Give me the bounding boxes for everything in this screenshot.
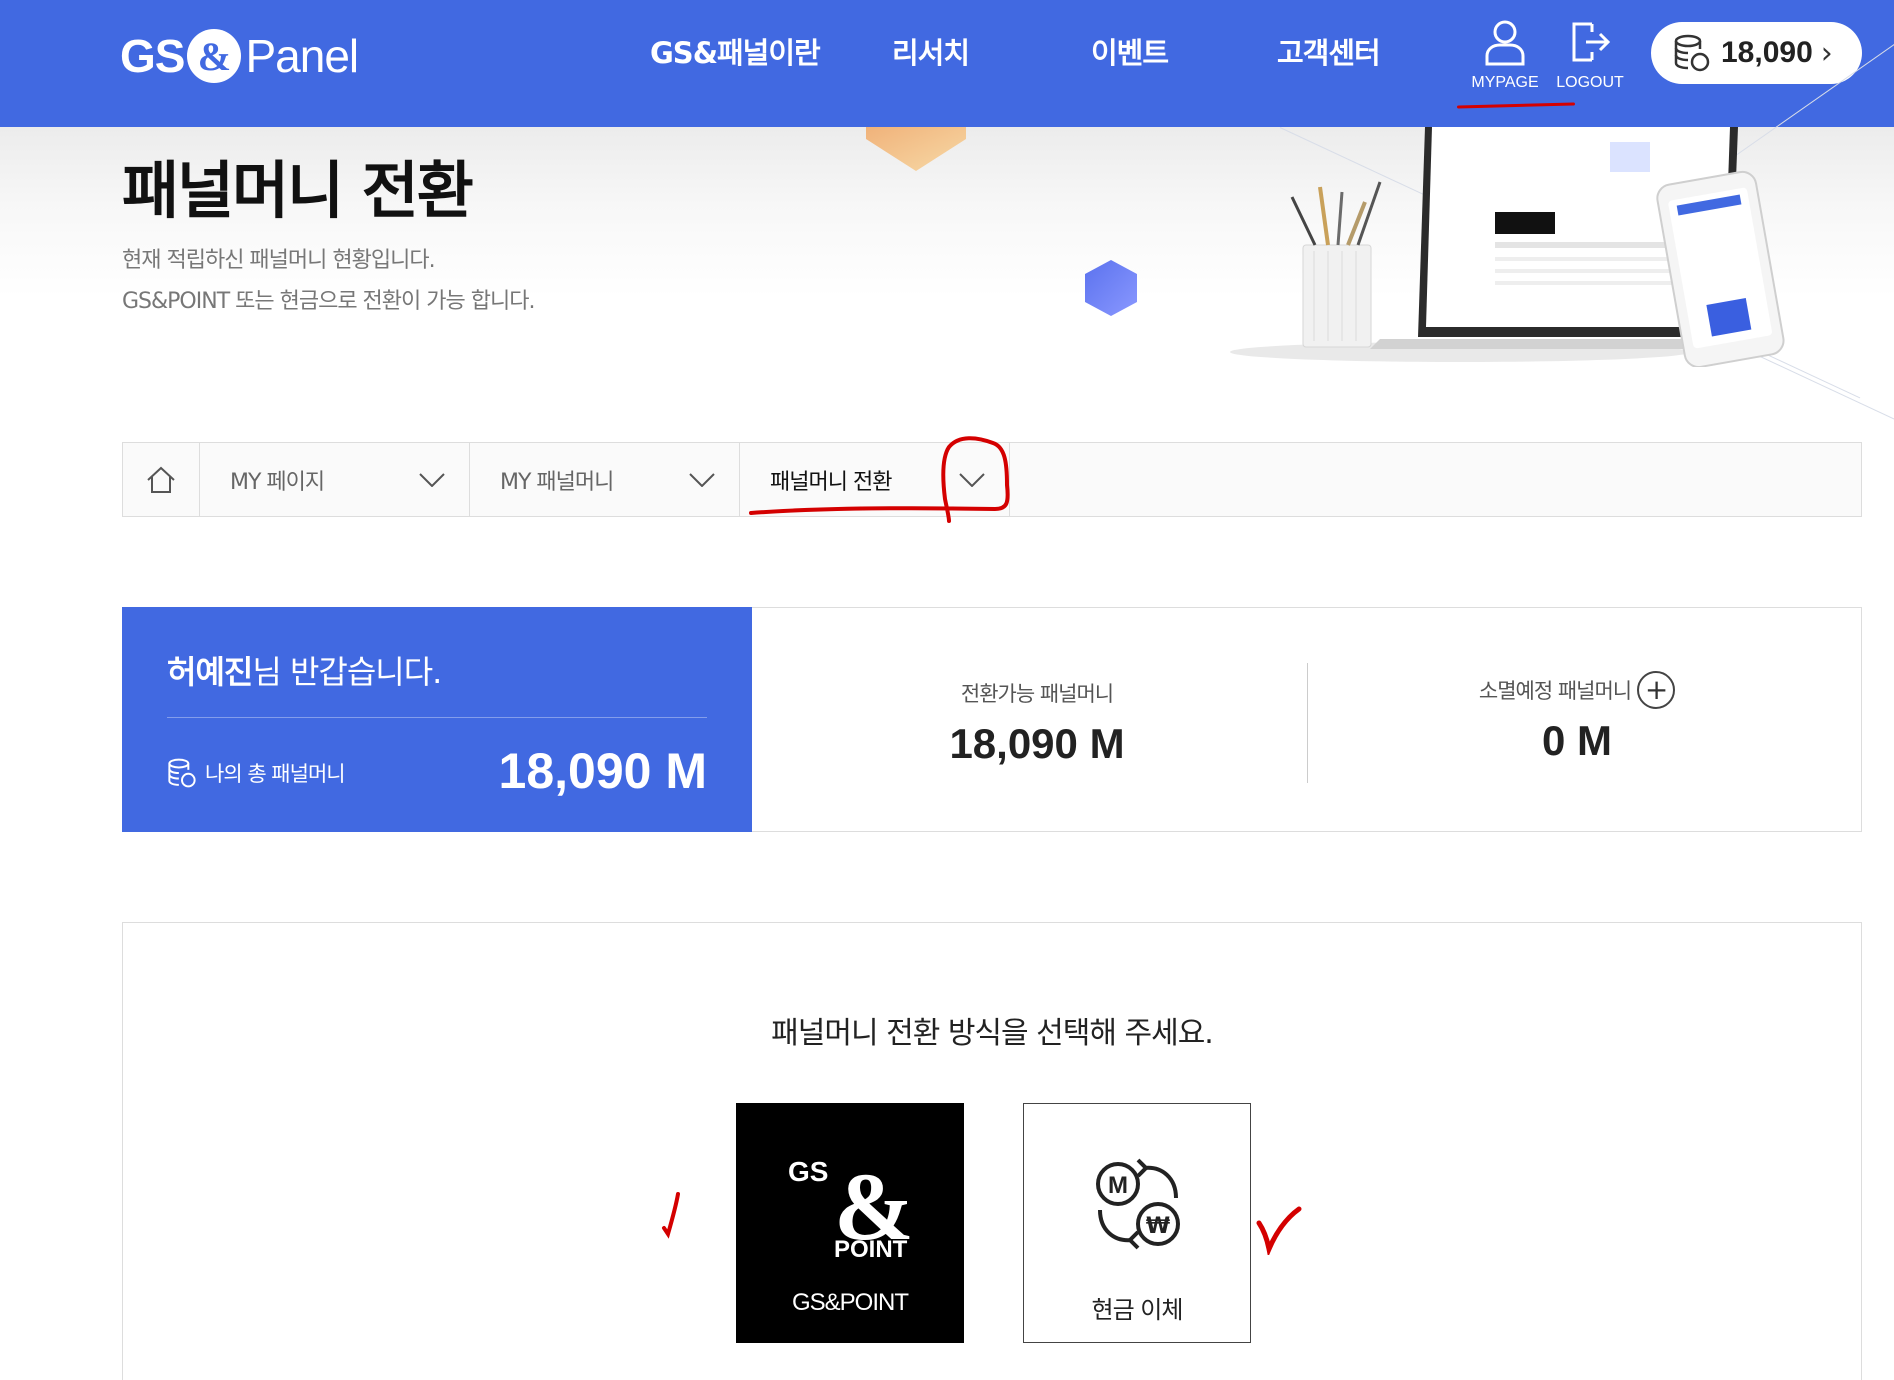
total-panelmoney-value: 18,090 M [498, 743, 707, 799]
coins-icon [168, 758, 196, 788]
gs-point-logo-point: POINT [834, 1236, 908, 1261]
chevron-right-icon: › [1820, 35, 1833, 71]
logo-ampersand-icon: & [187, 29, 242, 83]
nav-customer-center[interactable]: 고객센터 [1277, 30, 1381, 72]
welcome-greeting: 허예진님 반갑습니다. [167, 647, 442, 693]
orange-hexagon-decoration [866, 127, 966, 171]
points-balance-button[interactable]: 18,090 › [1651, 22, 1862, 84]
laptop-phone-illustration [1230, 127, 1785, 367]
expiring-label-row: 소멸예정 패널머니 + [1478, 671, 1676, 709]
cash-transfer-option-button[interactable]: M ₩ 현금 이체 [1023, 1103, 1251, 1343]
divider [167, 717, 707, 718]
page-title: 패널머니 전환 [122, 154, 474, 227]
user-name: 허예진 [167, 653, 253, 691]
logo-gs-text: GS [120, 30, 185, 82]
logout-label: LOGOUT [1556, 74, 1624, 91]
chevron-down-icon [689, 472, 715, 487]
nav-about[interactable]: GS&패널이란 [650, 30, 821, 72]
page-description-line2: GS&POINT 또는 현금으로 전환이 가능 합니다. [122, 289, 535, 314]
chevron-down-icon [419, 472, 445, 487]
gs-panel-logo[interactable]: GS & Panel [120, 26, 359, 86]
home-icon [147, 466, 175, 493]
home-button[interactable] [123, 443, 200, 516]
page-description-line1: 현재 적립하신 패널머니 현황입니다. [122, 248, 436, 273]
gs-point-option-label: GS&POINT [791, 1289, 909, 1316]
total-label-text: 나의 총 패널머니 [205, 762, 346, 786]
welcome-panel: 허예진님 반갑습니다. 나의 총 패널머니 18,090 M [122, 607, 752, 832]
breadcrumb-label: MY 패널머니 [500, 469, 614, 495]
expiring-value: 0 M [1541, 717, 1612, 764]
annotation-tick-left [662, 1192, 680, 1239]
expiring-stat: 소멸예정 패널머니 + 0 M [1307, 671, 1847, 765]
breadcrumb-my-panelmoney[interactable]: MY 패널머니 [470, 443, 740, 516]
gs-point-logo-gs: GS [788, 1156, 828, 1187]
coins-icon [1674, 34, 1710, 72]
convertible-value: 18,090 M [949, 720, 1125, 767]
nav-research[interactable]: 리서치 [892, 30, 970, 72]
gs-point-logo-icon: GS & POINT [788, 1153, 914, 1261]
panelmoney-stats: 전환가능 패널머니 18,090 M 소멸예정 패널머니 + 0 M [752, 607, 1862, 832]
top-header: GS & Panel GS&패널이란 리서치 이벤트 고객센터 MYPAGE L… [0, 0, 1894, 127]
convertible-stat: 전환가능 패널머니 18,090 M [767, 678, 1307, 768]
annotation-circle-breadcrumb [749, 436, 1010, 523]
money-icon-m: M [1108, 1172, 1128, 1199]
gs-point-option-button[interactable]: GS & POINT GS&POINT [736, 1103, 964, 1343]
expiring-details-plus-button[interactable]: + [1637, 671, 1676, 709]
logo-panel-text: Panel [245, 30, 359, 82]
money-icon-won: ₩ [1146, 1214, 1170, 1239]
annotation-checkmark-right [1256, 1206, 1302, 1255]
conversion-prompt: 패널머니 전환 방식을 선택해 주세요. [771, 1016, 1214, 1051]
breadcrumb-label: MY 페이지 [230, 469, 325, 495]
cash-transfer-option-label: 현금 이체 [1091, 1296, 1184, 1324]
user-icon [1485, 20, 1525, 66]
logout-icon [1572, 22, 1611, 62]
total-panelmoney-label: 나의 총 패널머니 [167, 757, 346, 789]
money-exchange-icon: M ₩ [1096, 1158, 1180, 1250]
mypage-label: MYPAGE [1471, 74, 1539, 91]
points-value: 18,090 [1721, 36, 1813, 69]
conversion-section: 패널머니 전환 방식을 선택해 주세요. GS & POINT GS&POINT… [122, 922, 1862, 1380]
greeting-suffix: 님 반갑습니다. [252, 653, 442, 691]
breadcrumb-mypage[interactable]: MY 페이지 [200, 443, 470, 516]
mypage-button[interactable]: MYPAGE [1465, 18, 1545, 92]
blue-hexagon-decoration [1085, 260, 1137, 316]
logout-button[interactable]: LOGOUT [1550, 18, 1630, 92]
nav-event[interactable]: 이벤트 [1091, 30, 1169, 72]
expiring-label: 소멸예정 패널머니 [1478, 679, 1632, 703]
convertible-label: 전환가능 패널머니 [960, 682, 1114, 706]
